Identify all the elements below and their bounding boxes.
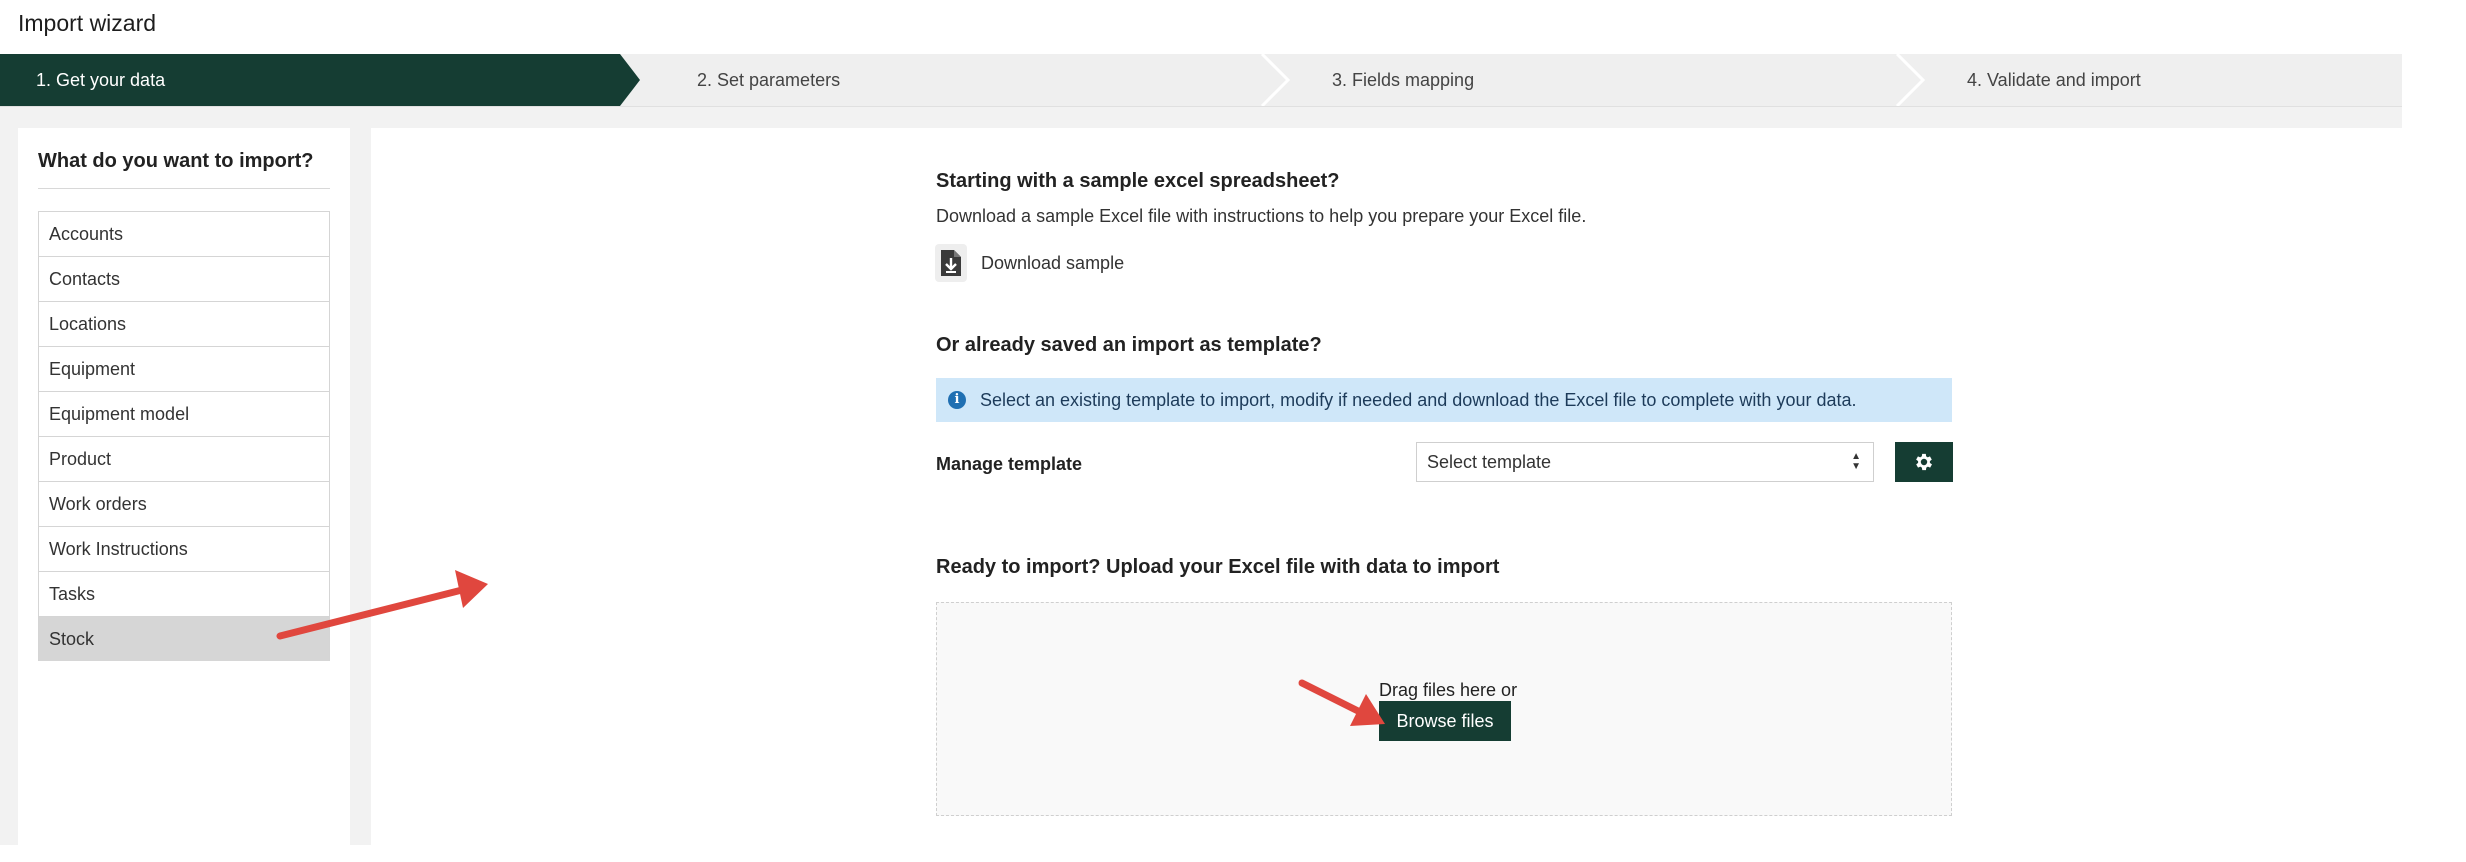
drag-files-text: Drag files here or — [1379, 680, 1518, 700]
import-item-equipment-model[interactable]: Equipment model — [39, 392, 329, 437]
step-separator-icon — [1895, 54, 1925, 106]
step-label: 1. Get your data — [36, 70, 166, 90]
sample-section-title: Starting with a sample excel spreadsheet… — [936, 170, 1340, 192]
upload-section-title: Ready to import? Upload your Excel file … — [936, 556, 1500, 578]
import-item-locations[interactable]: Locations — [39, 302, 329, 347]
divider — [38, 188, 330, 189]
step-label: 3. Fields mapping — [1332, 70, 1475, 90]
import-item-product[interactable]: Product — [39, 437, 329, 482]
template-section-title: Or already saved an import as template? — [936, 334, 1322, 356]
info-banner: i Select an existing template to import,… — [936, 378, 1952, 422]
info-text: Select an existing template to import, m… — [980, 389, 1857, 410]
step-label: 4. Validate and import — [1967, 70, 2141, 90]
step-validate-and-import[interactable]: 4. Validate and import — [1967, 54, 2141, 106]
main-panel: Starting with a sample excel spreadsheet… — [371, 128, 2402, 845]
template-settings-button[interactable] — [1895, 442, 1953, 482]
select-arrows-icon: ▲ ▼ — [1851, 451, 1861, 472]
step-label: 2. Set parameters — [697, 70, 841, 90]
import-item-equipment[interactable]: Equipment — [39, 347, 329, 392]
file-drop-zone[interactable]: Drag files here or Browse files — [936, 602, 1952, 816]
step-set-parameters[interactable]: 2. Set parameters — [697, 54, 840, 106]
wizard-stepper: 1. Get your data 2. Set parameters 3. Fi… — [0, 54, 2402, 107]
manage-template-label: Manage template — [936, 454, 1083, 474]
import-type-sidebar: What do you want to import? Accounts Con… — [18, 128, 350, 845]
import-item-stock[interactable]: Stock — [39, 617, 329, 661]
import-item-work-instructions[interactable]: Work Instructions — [39, 527, 329, 572]
template-select-value: Select template — [1427, 452, 1552, 472]
download-sample-label: Download sample — [981, 252, 1125, 273]
import-item-tasks[interactable]: Tasks — [39, 572, 329, 617]
info-icon: i — [948, 391, 966, 409]
import-item-contacts[interactable]: Contacts — [39, 257, 329, 302]
template-select[interactable]: Select template ▲ ▼ — [1416, 442, 1874, 482]
sample-description: Download a sample Excel file with instru… — [936, 206, 1587, 226]
step-fields-mapping[interactable]: 3. Fields mapping — [1332, 54, 1474, 106]
gear-icon — [1916, 453, 1932, 471]
sidebar-heading: What do you want to import? — [38, 150, 314, 172]
page-title: Import wizard — [18, 10, 157, 36]
file-download-icon — [935, 244, 967, 282]
import-item-work-orders[interactable]: Work orders — [39, 482, 329, 527]
browse-files-button[interactable]: Browse files — [1379, 701, 1511, 741]
download-sample-link[interactable]: Download sample — [935, 244, 1124, 282]
import-type-list: Accounts Contacts Locations Equipment Eq… — [38, 211, 330, 661]
step-get-your-data[interactable]: 1. Get your data — [0, 54, 640, 106]
import-item-accounts[interactable]: Accounts — [39, 212, 329, 257]
step-separator-icon — [1260, 54, 1290, 106]
